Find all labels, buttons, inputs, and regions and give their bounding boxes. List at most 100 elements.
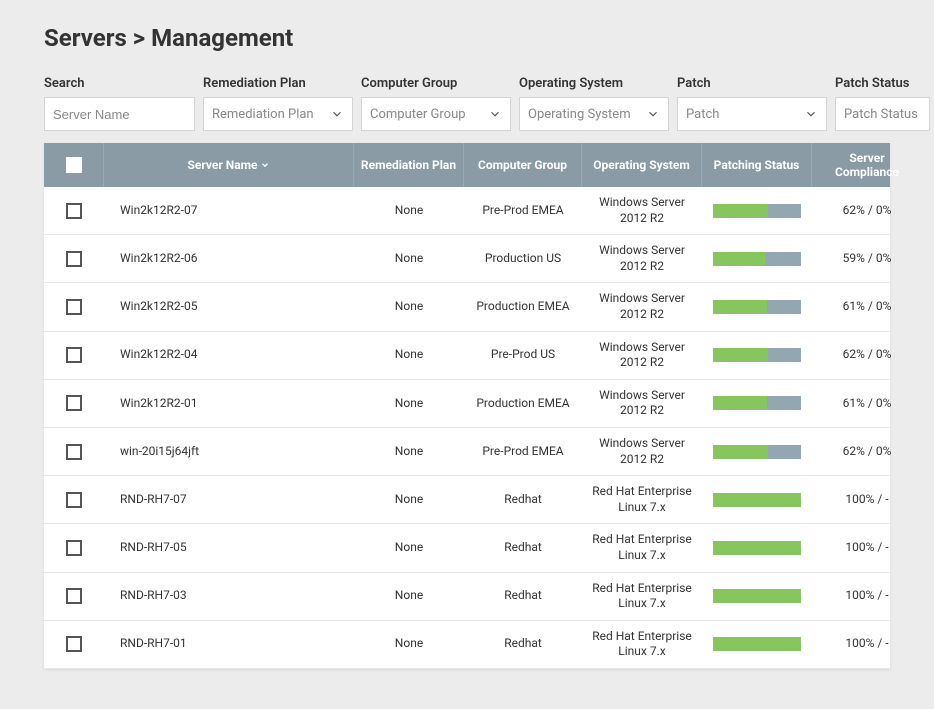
row-checkbox[interactable] [66,299,82,315]
sort-desc-icon [260,160,270,170]
cell-remediation-plan: None [354,484,464,516]
cell-operating-system: Windows Server 2012 R2 [582,235,702,282]
page-title: Servers > Management [44,24,890,52]
cell-remediation-plan: None [354,628,464,660]
row-checkbox[interactable] [66,492,82,508]
table-row: Win2k12R2-06NoneProduction USWindows Ser… [44,235,890,283]
progress-fill [713,541,801,555]
patch-placeholder: Patch [686,107,719,122]
progress-fill [713,589,801,603]
row-checkbox[interactable] [66,444,82,460]
cell-server-compliance: 61% / 0% [812,291,922,323]
computer-group-label: Computer Group [361,76,511,91]
cell-server-name: RND-RH7-07 [104,484,354,516]
table-row: win-20i15j64jftNonePre-Prod EMEAWindows … [44,428,890,476]
progress-bar [713,637,801,651]
patch-label: Patch [677,76,827,91]
row-checkbox[interactable] [66,588,82,604]
cell-server-compliance: 62% / 0% [812,436,922,468]
progress-bar [713,252,801,266]
cell-server-name: RND-RH7-05 [104,532,354,564]
cell-operating-system: Red Hat Enterprise Linux 7.x [582,573,702,620]
cell-remediation-plan: None [354,195,464,227]
column-operating-system[interactable]: Operating System [582,143,702,187]
cell-server-name: RND-RH7-03 [104,580,354,612]
cell-operating-system: Windows Server 2012 R2 [582,380,702,427]
cell-remediation-plan: None [354,388,464,420]
cell-patching-status [702,244,812,274]
cell-remediation-plan: None [354,243,464,275]
patch-status-select[interactable]: Patch Status [835,97,930,131]
search-label: Search [44,76,195,91]
cell-patching-status [702,485,812,515]
cell-computer-group: Production US [464,243,582,275]
table-row: Win2k12R2-01NoneProduction EMEAWindows S… [44,380,890,428]
progress-fill [713,252,765,266]
row-checkbox[interactable] [66,636,82,652]
cell-operating-system: Windows Server 2012 R2 [582,332,702,379]
cell-server-name: Win2k12R2-04 [104,339,354,371]
table-row: RND-RH7-01NoneRedhatRed Hat Enterprise L… [44,621,890,669]
operating-system-select[interactable]: Operating System [519,97,669,131]
table-row: RND-RH7-07NoneRedhatRed Hat Enterprise L… [44,476,890,524]
progress-fill [713,204,768,218]
computer-group-placeholder: Computer Group [370,107,466,122]
table-row: Win2k12R2-07NonePre-Prod EMEAWindows Ser… [44,187,890,235]
column-server-name[interactable]: Server Name [104,143,354,187]
row-checkbox[interactable] [66,540,82,556]
cell-computer-group: Redhat [464,484,582,516]
row-checkbox[interactable] [66,203,82,219]
cell-computer-group: Redhat [464,532,582,564]
patch-status-label: Patch Status [835,76,930,91]
row-checkbox[interactable] [66,347,82,363]
cell-operating-system: Windows Server 2012 R2 [582,428,702,475]
remediation-plan-placeholder: Remediation Plan [212,107,314,122]
server-table: Server Name Remediation Plan Computer Gr… [44,143,890,669]
column-server-compliance[interactable]: Server Compliance [812,143,922,187]
cell-operating-system: Windows Server 2012 R2 [582,187,702,234]
column-patching-status[interactable]: Patching Status [702,143,812,187]
cell-server-compliance: 59% / 0% [812,243,922,275]
remediation-plan-label: Remediation Plan [203,76,353,91]
search-input[interactable] [44,97,195,131]
chevron-down-icon [804,107,818,121]
progress-fill [713,493,801,507]
cell-server-compliance: 61% / 0% [812,388,922,420]
cell-computer-group: Redhat [464,580,582,612]
cell-operating-system: Red Hat Enterprise Linux 7.x [582,621,702,668]
row-checkbox[interactable] [66,395,82,411]
row-checkbox[interactable] [66,251,82,267]
cell-patching-status [702,292,812,322]
cell-server-name: win-20i15j64jft [104,436,354,468]
remediation-plan-select[interactable]: Remediation Plan [203,97,353,131]
cell-computer-group: Pre-Prod US [464,339,582,371]
column-remediation-plan[interactable]: Remediation Plan [354,143,464,187]
progress-bar [713,493,801,507]
computer-group-select[interactable]: Computer Group [361,97,511,131]
table-row: Win2k12R2-05NoneProduction EMEAWindows S… [44,283,890,331]
patch-status-placeholder: Patch Status [844,107,918,122]
cell-server-compliance: 62% / 0% [812,339,922,371]
cell-patching-status [702,629,812,659]
progress-bar [713,300,801,314]
cell-server-name: RND-RH7-01 [104,628,354,660]
column-computer-group[interactable]: Computer Group [464,143,582,187]
cell-server-name: Win2k12R2-01 [104,388,354,420]
chevron-down-icon [330,107,344,121]
progress-fill [713,637,801,651]
cell-server-compliance: 100% / - [812,532,922,564]
patch-select[interactable]: Patch [677,97,827,131]
progress-fill [713,445,768,459]
cell-remediation-plan: None [354,291,464,323]
cell-server-compliance: 100% / - [812,580,922,612]
table-row: Win2k12R2-04NonePre-Prod USWindows Serve… [44,332,890,380]
cell-computer-group: Production EMEA [464,291,582,323]
progress-bar [713,589,801,603]
cell-computer-group: Redhat [464,628,582,660]
select-all-checkbox[interactable] [66,157,82,173]
cell-remediation-plan: None [354,580,464,612]
cell-remediation-plan: None [354,532,464,564]
cell-computer-group: Pre-Prod EMEA [464,195,582,227]
progress-fill [713,396,767,410]
progress-bar [713,204,801,218]
